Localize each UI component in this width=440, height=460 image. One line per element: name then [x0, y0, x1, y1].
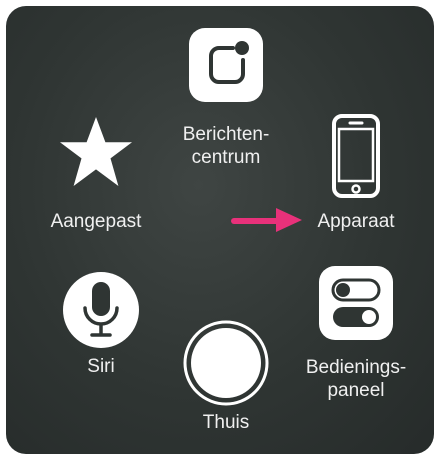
menu-item-siri[interactable]: Siri — [56, 266, 146, 396]
microphone-icon — [61, 270, 141, 350]
menu-item-label: Aangepast — [50, 211, 142, 232]
star-icon — [58, 114, 134, 190]
arrow-right-icon — [230, 204, 304, 234]
home-button-icon — [183, 320, 269, 406]
menu-item-label: Apparaat — [317, 211, 395, 232]
iphone-device-icon — [332, 114, 380, 198]
menu-item-label: Thuis — [202, 412, 250, 433]
menu-item-notification-center[interactable]: Berichten- centrum — [166, 28, 286, 188]
menu-item-custom[interactable]: Aangepast — [36, 114, 156, 244]
notification-center-icon — [189, 28, 263, 102]
menu-item-label: Siri — [87, 356, 115, 377]
toggle-switches-icon — [319, 266, 393, 340]
menu-item-device[interactable]: Apparaat — [296, 114, 416, 244]
assistive-touch-menu: Berichten- centrum Aangepast Apparaat Si… — [6, 6, 434, 454]
menu-item-home[interactable]: Thuis — [176, 320, 276, 445]
menu-item-label: Berichten- centrum — [182, 124, 270, 168]
menu-item-control-center[interactable]: Bedienings- paneel — [286, 266, 426, 411]
menu-item-label: Bedienings- paneel — [305, 357, 407, 401]
